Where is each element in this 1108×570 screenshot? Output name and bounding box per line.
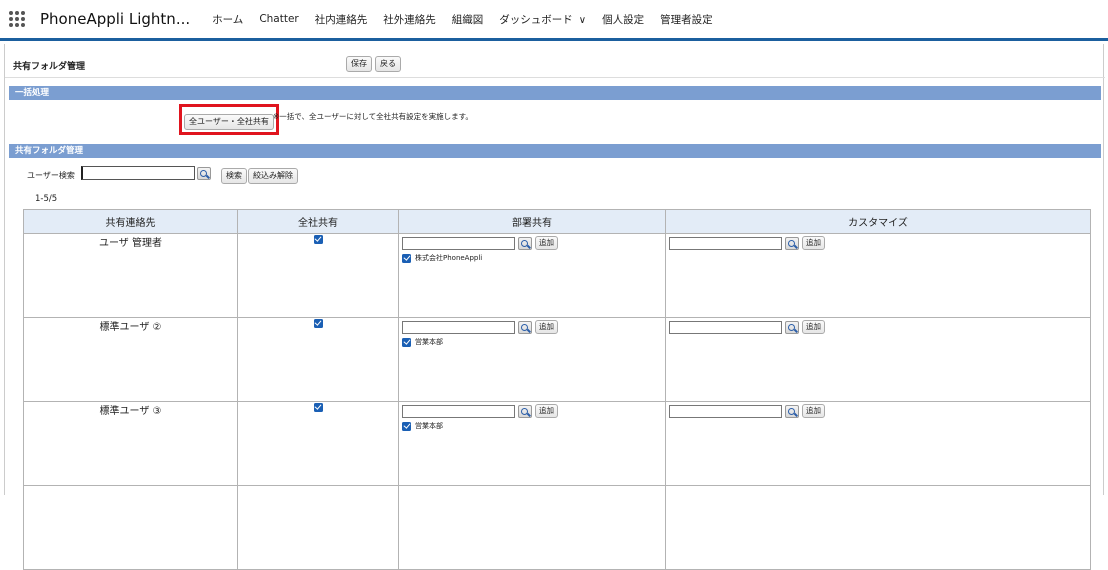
main-panel: 共有フォルダ管理 保存 戻る 一括処理 全ユーザー・全社共有 ※一括で、全ユーザ… [4, 44, 1105, 570]
table-row: 標準ユーザ ③ 追加 営業本部 追加 [23, 401, 1091, 486]
dept-share-cell: 追加 営業本部 [398, 317, 666, 402]
contact-name: 標準ユーザ ③ [23, 401, 238, 486]
dept-share-cell: 追加 株式会社PhoneAppli [398, 233, 666, 318]
company-share-cell [237, 233, 399, 318]
user-search-label: ユーザー検索 [27, 171, 75, 180]
customize-cell: 追加 [665, 401, 1091, 486]
lookup-icon[interactable] [785, 320, 799, 334]
dept-name: 株式会社PhoneAppli [415, 254, 483, 262]
nav-item-dashboard-label: ダッシュボード [499, 13, 573, 26]
column-header-customize: カスタマイズ [665, 209, 1091, 234]
partial-cell [665, 485, 1091, 570]
column-header-company-share: 全社共有 [237, 209, 399, 234]
share-table: 共有連絡先 全社共有 部署共有 カスタマイズ ユーザ 管理者 追加 株式会社Ph… [23, 209, 1091, 570]
app-launcher-icon[interactable] [8, 10, 26, 28]
dept-checkbox[interactable] [402, 253, 411, 263]
company-share-checkbox[interactable] [313, 318, 323, 328]
user-search-input[interactable] [81, 166, 195, 180]
column-header-dept-share: 部署共有 [398, 209, 666, 234]
custom-add-row: 追加 [669, 236, 825, 250]
lookup-icon[interactable] [785, 404, 799, 418]
table-row: ユーザ 管理者 追加 株式会社PhoneAppli 追加 [23, 233, 1091, 318]
customize-cell: 追加 [665, 233, 1091, 318]
table-row-partial [23, 485, 1091, 570]
lookup-icon[interactable] [518, 320, 532, 334]
company-share-cell [237, 317, 399, 402]
custom-add-row: 追加 [669, 404, 825, 418]
save-button[interactable]: 保存 [346, 56, 372, 72]
dept-add-button[interactable]: 追加 [535, 404, 558, 418]
custom-add-button[interactable]: 追加 [802, 320, 825, 334]
back-button[interactable]: 戻る [375, 56, 401, 72]
dept-add-row: 追加 [402, 236, 558, 250]
result-count: 1-5/5 [35, 194, 58, 204]
contact-name: ユーザ 管理者 [23, 233, 238, 318]
page-title: 共有フォルダ管理 [13, 62, 86, 72]
dept-input[interactable] [402, 236, 515, 250]
company-share-checkbox[interactable] [313, 234, 323, 244]
partial-cell [23, 485, 238, 570]
dept-item: 営業本部 [402, 337, 443, 347]
nav-item-external-contacts[interactable]: 社外連絡先 [383, 12, 436, 27]
dept-add-button[interactable]: 追加 [535, 320, 558, 334]
dept-item: 営業本部 [402, 421, 443, 431]
clear-filter-button[interactable]: 絞込み解除 [248, 168, 298, 184]
bulk-note: ※一括で、全ユーザーに対して全社共有設定を実施します。 [273, 112, 473, 121]
custom-input[interactable] [669, 404, 782, 418]
lookup-icon[interactable] [518, 236, 532, 250]
lookup-icon[interactable] [197, 167, 211, 180]
nav-item-org-chart[interactable]: 組織図 [452, 12, 484, 27]
dept-item: 株式会社PhoneAppli [402, 253, 482, 263]
company-share-cell [237, 401, 399, 486]
table-header-row: 共有連絡先 全社共有 部署共有 カスタマイズ [23, 209, 1091, 234]
column-header-contact: 共有連絡先 [23, 209, 238, 234]
dept-name: 営業本部 [415, 422, 443, 430]
customize-cell: 追加 [665, 317, 1091, 402]
dept-checkbox[interactable] [402, 421, 411, 431]
nav-item-home[interactable]: ホーム [212, 12, 243, 27]
custom-add-row: 追加 [669, 320, 825, 334]
nav-item-chatter[interactable]: Chatter [259, 13, 298, 25]
table-row: 標準ユーザ ② 追加 営業本部 追加 [23, 317, 1091, 402]
search-button[interactable]: 検索 [221, 168, 247, 184]
nav-item-admin-settings[interactable]: 管理者設定 [660, 12, 713, 27]
dept-add-row: 追加 [402, 320, 558, 334]
dept-input[interactable] [402, 404, 515, 418]
bulk-section-header: 一括処理 [9, 86, 1101, 100]
nav-item-dashboard[interactable]: ダッシュボード ∨ [499, 12, 586, 27]
manage-section-header: 共有フォルダ管理 [9, 144, 1101, 158]
dept-input[interactable] [402, 320, 515, 334]
chevron-down-icon[interactable]: ∨ [579, 15, 586, 26]
dept-share-cell: 追加 営業本部 [398, 401, 666, 486]
page-header: 共有フォルダ管理 保存 戻る [5, 48, 1105, 78]
dept-add-row: 追加 [402, 404, 558, 418]
custom-input[interactable] [669, 320, 782, 334]
custom-add-button[interactable]: 追加 [802, 236, 825, 250]
bulk-company-share-button[interactable]: 全ユーザー・全社共有 [184, 114, 274, 130]
partial-cell [237, 485, 399, 570]
app-name: PhoneAppli Lightn... [40, 10, 191, 28]
nav-item-personal-settings[interactable]: 個人設定 [602, 12, 644, 27]
custom-add-button[interactable]: 追加 [802, 404, 825, 418]
nav-item-internal-contacts[interactable]: 社内連絡先 [315, 12, 368, 27]
company-share-checkbox[interactable] [313, 402, 323, 412]
dept-name: 営業本部 [415, 338, 443, 346]
global-header: PhoneAppli Lightn... ホーム Chatter 社内連絡先 社… [0, 0, 1108, 41]
contact-name: 標準ユーザ ② [23, 317, 238, 402]
lookup-icon[interactable] [785, 236, 799, 250]
highlight-frame: 全ユーザー・全社共有 [179, 104, 279, 135]
lookup-icon[interactable] [518, 404, 532, 418]
partial-cell [398, 485, 666, 570]
dept-checkbox[interactable] [402, 337, 411, 347]
dept-add-button[interactable]: 追加 [535, 236, 558, 250]
custom-input[interactable] [669, 236, 782, 250]
